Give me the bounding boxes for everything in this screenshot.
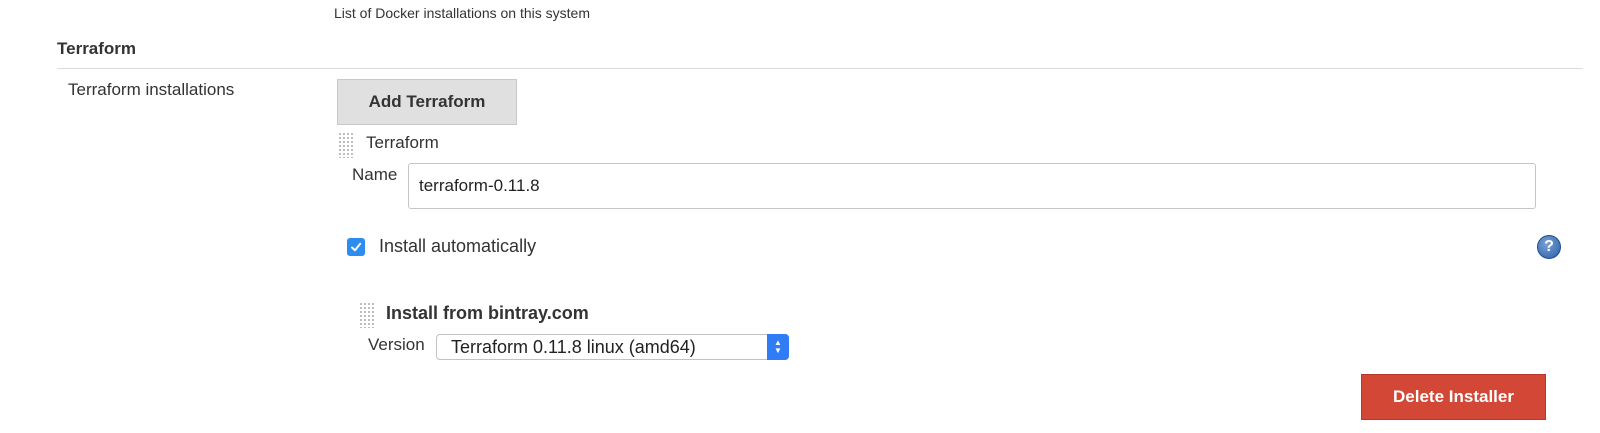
terraform-installations-label: Terraform installations xyxy=(68,80,235,99)
add-terraform-button[interactable]: Add Terraform xyxy=(337,79,517,125)
name-label: Name xyxy=(352,165,398,184)
install-automatically-label[interactable]: Install automatically xyxy=(379,236,536,257)
version-selected-value: Terraform 0.11.8 linux (amd64) xyxy=(451,336,696,357)
checkmark-icon xyxy=(351,242,362,252)
installation-title: Terraform xyxy=(366,133,439,152)
select-chevron-icon[interactable]: ▲ ▼ xyxy=(767,334,789,360)
docker-installations-description: List of Docker installations on this sys… xyxy=(334,5,590,21)
installer-title: Install from bintray.com xyxy=(386,303,589,323)
help-icon[interactable]: ? xyxy=(1537,235,1561,259)
drag-handle-icon[interactable] xyxy=(359,302,375,328)
install-automatically-checkbox[interactable] xyxy=(347,238,365,256)
name-input[interactable] xyxy=(408,163,1536,209)
section-divider xyxy=(57,68,1583,69)
version-label: Version xyxy=(368,335,425,354)
section-title-terraform: Terraform xyxy=(57,39,137,58)
delete-installer-button[interactable]: Delete Installer xyxy=(1361,374,1546,420)
drag-handle-icon[interactable] xyxy=(338,132,354,158)
version-select[interactable]: Terraform 0.11.8 linux (amd64) ▲ ▼ xyxy=(436,334,789,360)
